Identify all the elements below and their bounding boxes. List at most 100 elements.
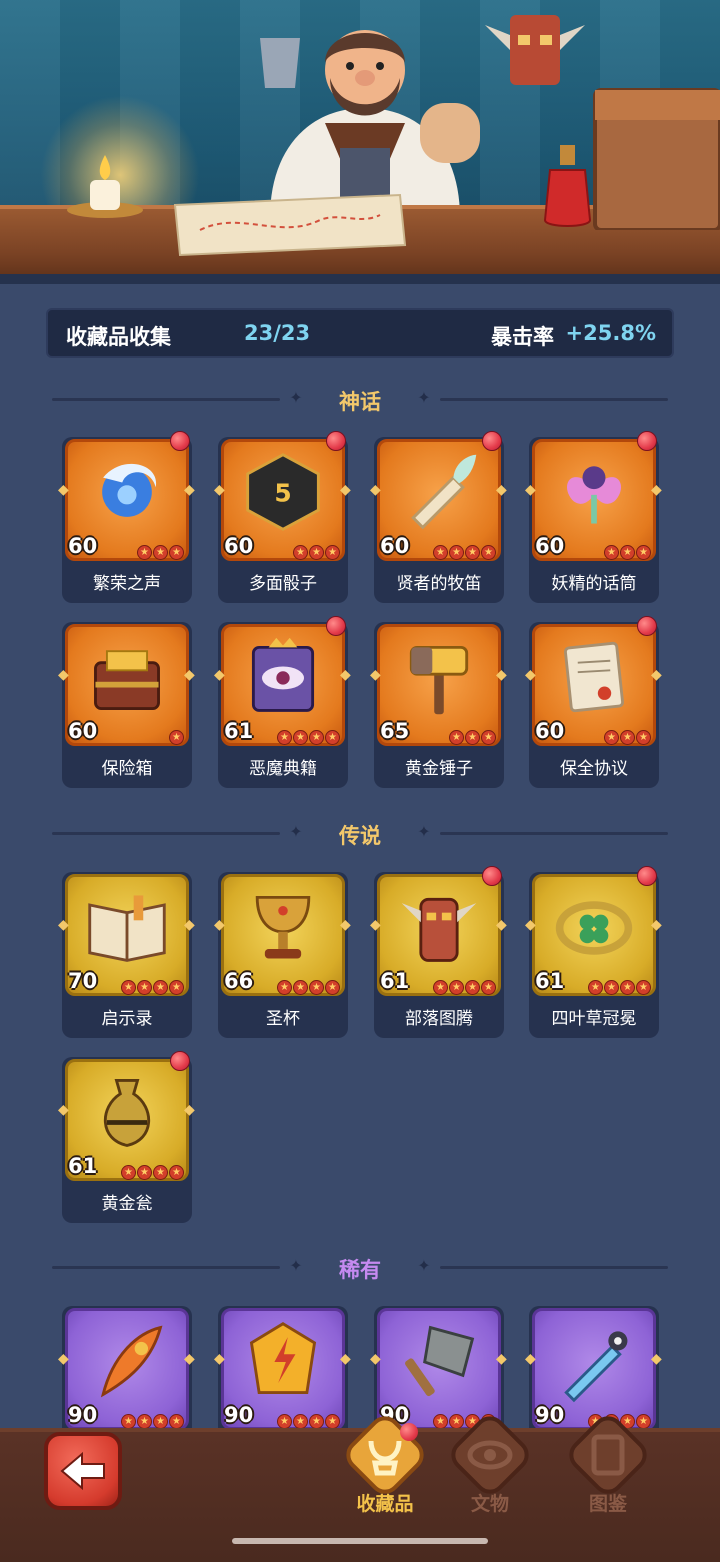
star-icon: ★ (293, 1414, 308, 1429)
item-level: 60 (380, 534, 410, 558)
collectible-card[interactable]: ◆ ◆ 61 ★ ★ ★ ★ 黄金瓮 (58, 1051, 195, 1223)
collectible-card[interactable]: ◆ ◆ 60 ★ ★ ★ 妖精的话筒 (525, 431, 662, 603)
collectible-card[interactable]: ◆ ◆ 66 ★ ★ ★ ★ 圣杯 (214, 872, 351, 1038)
tab-collectibles[interactable]: 收藏品 (330, 1415, 440, 1545)
diamond-ornament-icon: ✦ (417, 1256, 431, 1275)
side-gem-icon: ◆ (184, 482, 195, 498)
item-level: 61 (535, 969, 565, 993)
star-icon: ★ (433, 545, 448, 560)
side-gem-icon: ◆ (525, 917, 536, 933)
collectible-card[interactable]: ◆ ◆ 60 ★ ★ ★ ★ 贤者的牧笛 (370, 431, 507, 603)
star-icon: ★ (465, 980, 480, 995)
new-badge-dot (637, 616, 657, 636)
side-gem-icon: ◆ (340, 917, 351, 933)
star-icon: ★ (588, 980, 603, 995)
star-icon: ★ (309, 1414, 324, 1429)
tab-label: 收藏品 (356, 1493, 414, 1515)
item-level: 60 (535, 719, 565, 743)
diamond-ornament-icon: ✦ (417, 388, 431, 407)
item-level: 90 (68, 1403, 98, 1427)
collectible-card[interactable]: ◆ ◆ 60 ★ ★ ★ 保全协议 (525, 616, 662, 788)
item-name: 保险箱 (101, 759, 153, 779)
item-name: 多面骰子 (249, 574, 317, 594)
star-rating: ★ (168, 725, 184, 745)
item-name: 保全协议 (560, 759, 628, 779)
star-icon: ★ (449, 980, 464, 995)
star-icon: ★ (153, 1414, 168, 1429)
star-icon: ★ (449, 545, 464, 560)
star-rating: ★ ★ ★ (603, 540, 651, 560)
new-badge-dot (400, 1423, 418, 1441)
item-level: 60 (535, 534, 565, 558)
new-badge-dot (637, 866, 657, 886)
side-gem-icon: ◆ (651, 1351, 662, 1367)
section-title: 传说 (339, 824, 381, 848)
item-level: 61 (224, 719, 254, 743)
collectible-card[interactable]: ◆ ◆ 61 ★ ★ ★ ★ 部落图腾 (370, 866, 507, 1038)
star-icon: ★ (465, 730, 480, 745)
clover-crown-icon (555, 901, 633, 955)
item-level: 66 (224, 969, 254, 993)
star-icon: ★ (309, 545, 324, 560)
star-icon: ★ (481, 545, 496, 560)
eye-icon (451, 1416, 529, 1494)
star-icon: ★ (604, 545, 619, 560)
collectible-card[interactable]: ◆ ◆ 60 ★ ★ ★ 繁荣之声 (58, 431, 195, 603)
home-indicator (232, 1538, 488, 1544)
star-icon: ★ (604, 980, 619, 995)
side-gem-icon: ◆ (58, 1102, 69, 1118)
section-title: 稀有 (339, 1258, 381, 1282)
item-name: 圣杯 (266, 1009, 300, 1029)
star-icon: ★ (309, 730, 324, 745)
star-rating: ★★★★ (432, 975, 496, 995)
collectible-card[interactable]: ◆ ◆ 61 ★ ★ ★ ★ 恶魔典籍 (214, 616, 351, 788)
wooden-chest-icon (593, 88, 720, 230)
item-level: 70 (68, 969, 98, 993)
new-badge-dot (170, 431, 190, 451)
tab-codex[interactable]: 图鉴 (553, 1415, 663, 1545)
side-gem-icon: ◆ (214, 482, 225, 498)
collectible-card[interactable]: ◆ ◆ 5 60 ★ ★ ★ 多面骰子 (214, 431, 351, 603)
item-name: 妖精的话筒 (551, 574, 637, 594)
star-icon: ★ (636, 730, 651, 745)
grail-icon (255, 895, 311, 959)
item-name: 贤者的牧笛 (396, 574, 482, 594)
side-gem-icon: ◆ (214, 1351, 225, 1367)
star-icon: ★ (121, 1165, 136, 1180)
star-rating: ★ ★ ★ (292, 540, 340, 560)
section-title: 神话 (339, 390, 381, 414)
stone-axe-icon (405, 1325, 475, 1397)
side-gem-icon: ◆ (370, 917, 381, 933)
star-icon: ★ (604, 730, 619, 745)
star-icon: ★ (481, 980, 496, 995)
star-icon: ★ (620, 730, 635, 745)
star-icon: ★ (325, 980, 340, 995)
side-gem-icon: ◆ (525, 482, 536, 498)
new-badge-dot (482, 866, 502, 886)
star-rating: ★★★★ (120, 1160, 184, 1180)
collectible-card[interactable]: ◆ ◆ 61 ★ ★ ★ ★ 四叶草冠冕 (525, 866, 662, 1038)
collectible-card[interactable]: ◆ ◆ 60 ★ 保险箱 (58, 622, 195, 788)
side-gem-icon: ◆ (58, 917, 69, 933)
item-level: 61 (380, 969, 410, 993)
side-gem-icon: ◆ (496, 1351, 507, 1367)
star-icon: ★ (293, 980, 308, 995)
potion-bottle-icon (543, 145, 592, 227)
scroll-document-icon (563, 641, 625, 713)
star-icon: ★ (169, 980, 184, 995)
collectible-card[interactable]: ◆ ◆ 70 ★ ★ ★ ★ 启示录 (58, 872, 195, 1038)
back-button[interactable] (44, 1432, 122, 1510)
item-level: 60 (224, 534, 254, 558)
side-gem-icon: ◆ (651, 917, 662, 933)
side-gem-icon: ◆ (370, 1351, 381, 1367)
tab-artifacts[interactable]: 文物 (435, 1415, 545, 1545)
star-icon: ★ (153, 1165, 168, 1180)
star-icon: ★ (433, 980, 448, 995)
totem-mask-icon (485, 15, 585, 85)
side-gem-icon: ◆ (340, 1351, 351, 1367)
star-icon: ★ (325, 730, 340, 745)
collectible-card[interactable]: ◆ ◆ 65 ★ ★ ★ 黄金锤子 (370, 622, 507, 788)
candle-icon (67, 155, 143, 218)
collection-stats-banner: 收藏品收集 23/23 暴击率 +25.8% (46, 308, 674, 358)
star-rating: ★ ★ ★ (448, 725, 496, 745)
